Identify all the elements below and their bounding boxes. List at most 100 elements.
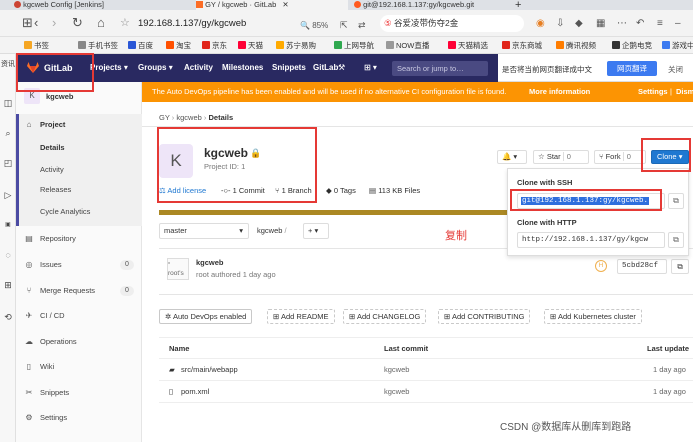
sidebar-item-issues[interactable]: Issues	[40, 260, 62, 270]
fork-button[interactable]: ⑂ Fork 0	[594, 150, 646, 164]
bookmark-item[interactable]: 书签	[24, 40, 49, 51]
file-name-link[interactable]: pom.xml	[181, 381, 209, 403]
bookmark-item[interactable]: 百度	[128, 40, 153, 51]
share-icon[interactable]: ⟲	[3, 312, 13, 322]
file-last-commit[interactable]: kgcweb	[384, 359, 409, 381]
side-label[interactable]: 资讯	[1, 60, 15, 70]
sidebar-project-name[interactable]: kgcweb	[46, 92, 74, 101]
tags-link[interactable]: ◆ 0 Tags	[326, 186, 356, 195]
add-readme-button[interactable]: ⊞ Add README	[267, 309, 335, 324]
nav-activity[interactable]: Activity	[184, 63, 213, 73]
minimize-icon[interactable]: –	[675, 17, 681, 31]
cart-icon[interactable]: ⊞	[3, 280, 13, 290]
apps-icon[interactable]: ▦	[596, 17, 605, 31]
browser-tab-jenkins[interactable]: kgcweb Config [Jenkins]	[14, 0, 192, 10]
back-icon[interactable]: ‹	[34, 16, 38, 30]
bookmark-item[interactable]: 苏宁易购	[276, 40, 316, 51]
bookmark-item[interactable]: 淘宝	[166, 40, 191, 51]
bookmark-item[interactable]: 天猫精选	[448, 40, 488, 51]
tab-close-icon[interactable]: ✕	[282, 0, 288, 9]
browser-tab-gitlab[interactable]: GY / kgcweb · GitLab ✕	[196, 0, 348, 10]
banner-more-link[interactable]: More information	[529, 82, 590, 102]
bookmark-item[interactable]: NOW直播	[386, 40, 429, 51]
breadcrumb-kgcweb[interactable]: kgcweb	[176, 113, 201, 122]
sidebar-item-wiki[interactable]: Wiki	[40, 362, 54, 372]
translate-button[interactable]: 网页翻译	[607, 61, 657, 76]
translate-close[interactable]: 关闭	[668, 64, 683, 75]
bookmark-item[interactable]: 上网导航	[334, 40, 374, 51]
clone-http-input[interactable]: http://192.168.1.137/gy/kgcw	[517, 232, 665, 248]
nav-groups[interactable]: Groups ▾	[138, 63, 173, 73]
menu-icon[interactable]: ≡	[657, 17, 663, 31]
file-name-link[interactable]: src/main/webapp	[181, 359, 238, 381]
banner-dismiss-link[interactable]: Dism	[676, 82, 693, 102]
breadcrumb-gy[interactable]: GY	[159, 113, 170, 122]
game-icon[interactable]: ◉	[536, 17, 545, 31]
new-tab-button[interactable]: +	[515, 0, 521, 10]
bookmark-item[interactable]: 天猫	[238, 40, 263, 51]
sidebar-item-settings[interactable]: Settings	[40, 413, 67, 423]
download-icon[interactable]: ⇩	[556, 17, 564, 31]
sidebar-item-project[interactable]: Project	[40, 120, 65, 130]
add-contributing-button[interactable]: ⊞ Add CONTRIBUTING	[438, 309, 531, 324]
chat-icon[interactable]: ◌	[3, 250, 13, 260]
history-icon[interactable]: ↶	[636, 17, 644, 31]
zoom-indicator[interactable]: 🔍 85%	[300, 19, 328, 33]
pipeline-status-icon[interactable]: H	[595, 260, 607, 272]
sidebar-item-operations[interactable]: Operations	[40, 337, 77, 347]
reload-icon[interactable]: ↻	[72, 16, 83, 30]
bookmark-item[interactable]: 京东商城	[502, 40, 542, 51]
translate-icon[interactable]: ⇄	[358, 18, 366, 32]
sidebar-item-snippets[interactable]: Snippets	[40, 388, 69, 398]
new-tab-icon[interactable]: ⊞	[22, 16, 33, 30]
table-row[interactable]: ▯ pom.xml kgcweb 1 day ago	[159, 381, 693, 403]
plus-menu-icon[interactable]: ⊞ ▾	[364, 63, 377, 73]
window-icon[interactable]: ◫	[3, 98, 13, 108]
sidebar-item-releases[interactable]: Releases	[40, 185, 71, 195]
copy-ssh-icon[interactable]: ⧉	[668, 193, 684, 209]
sidebar-item-repository[interactable]: Repository	[40, 234, 76, 244]
bookmark-item[interactable]: 腾讯视频	[556, 40, 596, 51]
commit-message[interactable]: kgcweb	[196, 258, 224, 267]
copy-hash-icon[interactable]: ⧉	[671, 259, 689, 274]
sidebar-item-cycle-analytics[interactable]: Cycle Analytics	[40, 207, 90, 217]
notification-button[interactable]: 🔔 ▾	[497, 150, 527, 164]
nav-milestones[interactable]: Milestones	[222, 63, 263, 73]
add-file-dropdown[interactable]: + ▾	[303, 223, 329, 239]
copy-http-icon[interactable]: ⧉	[668, 232, 684, 248]
bookmark-item[interactable]: 企鹅电竞	[612, 40, 652, 51]
add-changelog-button[interactable]: ⊞ Add CHANGELOG	[343, 309, 427, 324]
sidebar-item-activity[interactable]: Activity	[40, 165, 64, 175]
more-icon[interactable]: ⋯	[617, 17, 627, 31]
sidebar-item-details[interactable]: Details	[40, 143, 65, 153]
home-icon[interactable]: ⌂	[97, 16, 105, 30]
file-last-commit[interactable]: kgcweb	[384, 381, 409, 403]
gitlab-search-input[interactable]: Search or jump to…	[392, 61, 488, 76]
bag-icon[interactable]: ◰	[3, 158, 13, 168]
sidebar-item-merge-requests[interactable]: Merge Requests	[40, 286, 95, 296]
files-size-link[interactable]: ▤ 113 KB Files	[369, 186, 420, 195]
bookmark-item[interactable]: 游戏中	[662, 40, 693, 51]
bookmark-item[interactable]: 京东	[202, 40, 227, 51]
nav-gitlab[interactable]: GitLab	[313, 63, 338, 73]
search-icon[interactable]: ⌕	[3, 128, 13, 138]
wrench-icon[interactable]: ⚒	[338, 63, 345, 73]
star-button[interactable]: ☆ Star 0	[533, 150, 589, 164]
banner-settings-link[interactable]: Settings	[638, 82, 668, 102]
repo-path-name[interactable]: kgcweb	[257, 226, 282, 235]
live-icon[interactable]: ▣	[3, 220, 13, 230]
add-kubernetes-button[interactable]: ⊞ Add Kubernetes cluster	[544, 309, 642, 324]
bookmark-item[interactable]: 手机书签	[78, 40, 118, 51]
extension-icon[interactable]: ◆	[575, 17, 583, 31]
play-icon[interactable]: ▷	[3, 190, 13, 200]
search-box[interactable]: ⑤ 谷爱凌带伤夺2金	[380, 15, 524, 32]
forward-icon[interactable]: ›	[52, 16, 56, 30]
browser-tab-search[interactable]: git@192.168.1.137:gy/kgcweb.git	[354, 0, 504, 10]
nav-snippets[interactable]: Snippets	[272, 63, 306, 73]
bookmark-star-icon[interactable]: ☆	[120, 16, 130, 30]
commit-hash[interactable]: 5cbd28cf	[617, 259, 667, 274]
share-icon[interactable]: ⇱	[340, 18, 348, 32]
table-row[interactable]: ▰ src/main/webapp kgcweb 1 day ago	[159, 359, 693, 381]
sidebar-item-ci-cd[interactable]: CI / CD	[40, 311, 65, 321]
branch-selector[interactable]: master ▾	[159, 223, 249, 239]
